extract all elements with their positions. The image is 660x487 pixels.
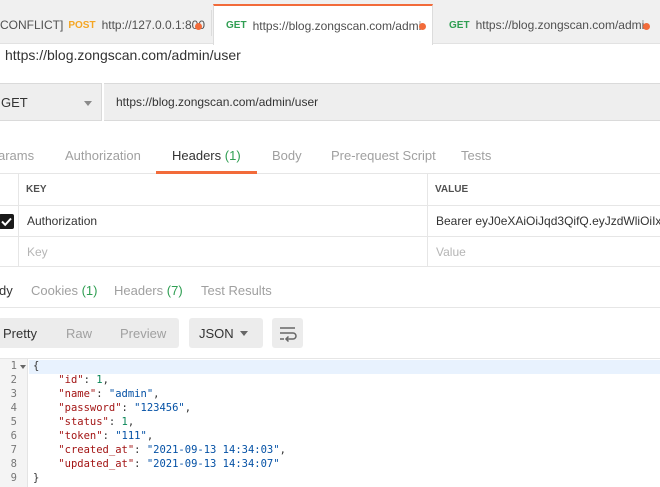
tab-cookies[interactable]: Cookies (1) bbox=[31, 283, 97, 298]
tab-params[interactable]: arams bbox=[0, 148, 34, 163]
method-select[interactable]: GET bbox=[0, 83, 102, 121]
tab-headers-count: (1) bbox=[224, 148, 241, 163]
line-number: 6 bbox=[10, 430, 17, 442]
unsaved-dot-icon bbox=[419, 23, 426, 30]
tab-response-headers[interactable]: Headers (7) bbox=[114, 283, 183, 298]
json-key: "updated_at" bbox=[58, 458, 135, 470]
column-divider bbox=[427, 174, 428, 267]
tab-test-results[interactable]: Test Results bbox=[201, 283, 272, 298]
request-tabs: arams Authorization Headers (1) Body Pre… bbox=[0, 140, 660, 174]
column-key-header: KEY bbox=[26, 184, 47, 195]
unsaved-dot-icon bbox=[643, 23, 650, 30]
json-key: "name" bbox=[58, 388, 97, 400]
json-value: "admin" bbox=[108, 388, 154, 400]
column-divider bbox=[18, 174, 19, 267]
format-select[interactable]: JSON bbox=[189, 318, 263, 348]
json-key: "password" bbox=[58, 402, 122, 414]
tab-response-headers-label: Headers bbox=[114, 283, 164, 298]
tab-method-get: GET bbox=[449, 19, 470, 31]
tab-url: http://127.0.0.1:800 bbox=[101, 18, 205, 32]
header-key-cell[interactable]: Authorization bbox=[19, 206, 427, 236]
json-value: "2021-09-13 14:34:03" bbox=[146, 444, 280, 456]
response-body-editor[interactable]: 1 2 3 4 5 6 7 8 9 { "id": 1, "name": "ad… bbox=[0, 358, 660, 487]
tab-headers-label: Headers bbox=[172, 148, 222, 163]
header-enabled-checkbox[interactable] bbox=[0, 214, 14, 229]
code-line-created-at: "created_at": "2021-09-13 14:34:03", bbox=[58, 444, 286, 456]
table-row-empty: Key Value bbox=[0, 237, 660, 267]
json-value: "111" bbox=[115, 430, 147, 442]
format-value: JSON bbox=[199, 326, 234, 341]
line-number: 7 bbox=[10, 444, 17, 456]
tab-tests[interactable]: Tests bbox=[461, 148, 491, 163]
header-value-cell[interactable]: Bearer eyJ0eXAiOiJqd3QifQ.eyJzdWliOiIxI bbox=[428, 206, 660, 236]
unsaved-dot-icon bbox=[195, 23, 202, 30]
wrap-lines-icon bbox=[280, 327, 297, 343]
code-line-status: "status": 1, bbox=[58, 416, 135, 428]
request-tab-2-active[interactable]: GET https://blog.zongscan.com/admi bbox=[213, 4, 433, 45]
check-icon bbox=[1, 217, 12, 227]
request-tab-strip: CONFLICT] POST http://127.0.0.1:800 GET … bbox=[0, 0, 660, 45]
tab-cookies-label: Cookies bbox=[31, 283, 78, 298]
preview-button[interactable]: Preview bbox=[120, 326, 166, 341]
code-line-updated-at: "updated_at": "2021-09-13 14:34:07" bbox=[58, 458, 280, 470]
raw-button[interactable]: Raw bbox=[66, 326, 92, 341]
chevron-down-icon bbox=[240, 331, 248, 336]
json-value: "2021-09-13 14:34:07" bbox=[146, 458, 280, 470]
tab-response-body[interactable]: dy bbox=[0, 283, 13, 298]
key-placeholder-cell[interactable]: Key bbox=[19, 237, 427, 266]
url-input[interactable]: https://blog.zongscan.com/admin/user bbox=[104, 83, 660, 121]
tab-body[interactable]: Body bbox=[272, 148, 302, 163]
method-value: GET bbox=[1, 94, 28, 110]
tab-headers[interactable]: Headers (1) bbox=[172, 148, 241, 163]
line-number: 5 bbox=[10, 416, 17, 428]
json-key: "id" bbox=[58, 374, 84, 386]
tab-conflict-label: CONFLICT] bbox=[0, 18, 64, 32]
json-key: "created_at" bbox=[58, 444, 135, 456]
tab-method-get: GET bbox=[226, 20, 247, 31]
tab-pre-request-script[interactable]: Pre-request Script bbox=[331, 148, 436, 163]
line-number: 2 bbox=[10, 374, 17, 386]
view-mode-segment: Pretty Raw Preview bbox=[0, 318, 179, 348]
table-row: Authorization Bearer eyJ0eXAiOiJqd3QifQ.… bbox=[0, 206, 660, 237]
tab-divider bbox=[211, 10, 212, 36]
code-line-name: "name": "admin", bbox=[58, 388, 160, 400]
json-value: 1 bbox=[121, 416, 128, 428]
json-key: "token" bbox=[58, 430, 103, 442]
request-title: https://blog.zongscan.com/admin/user bbox=[5, 47, 241, 63]
active-line-highlight bbox=[29, 360, 660, 374]
value-placeholder-cell[interactable]: Value bbox=[428, 237, 660, 266]
pretty-button[interactable]: Pretty bbox=[3, 326, 37, 341]
url-value: https://blog.zongscan.com/admin/user bbox=[116, 95, 319, 109]
fold-toggle-icon[interactable] bbox=[20, 365, 26, 369]
request-tab-1[interactable]: CONFLICT] POST http://127.0.0.1:800 bbox=[0, 6, 208, 44]
line-number-gutter: 1 2 3 4 5 6 7 8 9 bbox=[0, 359, 28, 487]
line-number: 3 bbox=[10, 388, 17, 400]
code-line-open: { bbox=[33, 360, 40, 372]
tab-method-post: POST bbox=[68, 19, 96, 31]
request-tab-3[interactable]: GET https://blog.zongscan.com/admi bbox=[437, 6, 660, 44]
tab-url: https://blog.zongscan.com/admi bbox=[475, 18, 645, 32]
tab-cookies-count: (1) bbox=[81, 283, 98, 298]
response-tabs: dy Cookies (1) Headers (7) Test Results bbox=[0, 272, 660, 308]
tab-url: https://blog.zongscan.com/admi bbox=[252, 18, 422, 33]
line-number: 8 bbox=[10, 458, 17, 470]
tab-response-headers-count: (7) bbox=[166, 283, 183, 298]
code-line-id: "id": 1, bbox=[58, 374, 109, 386]
column-value-header: VALUE bbox=[435, 184, 469, 195]
json-value: 1 bbox=[96, 374, 103, 386]
wrap-lines-button[interactable] bbox=[272, 318, 303, 348]
code-line-token: "token": "111", bbox=[58, 430, 154, 442]
code-line-password: "password": "123456", bbox=[58, 402, 192, 414]
line-number: 9 bbox=[10, 472, 17, 484]
json-key: "status" bbox=[58, 416, 109, 428]
tab-authorization[interactable]: Authorization bbox=[65, 148, 141, 163]
code-line-close: } bbox=[33, 472, 40, 484]
chevron-down-icon bbox=[84, 101, 92, 106]
line-number: 4 bbox=[10, 402, 17, 414]
table-header-row: KEY VALUE bbox=[0, 174, 660, 206]
json-value: "123456" bbox=[134, 402, 185, 414]
line-number: 1 bbox=[10, 360, 17, 372]
